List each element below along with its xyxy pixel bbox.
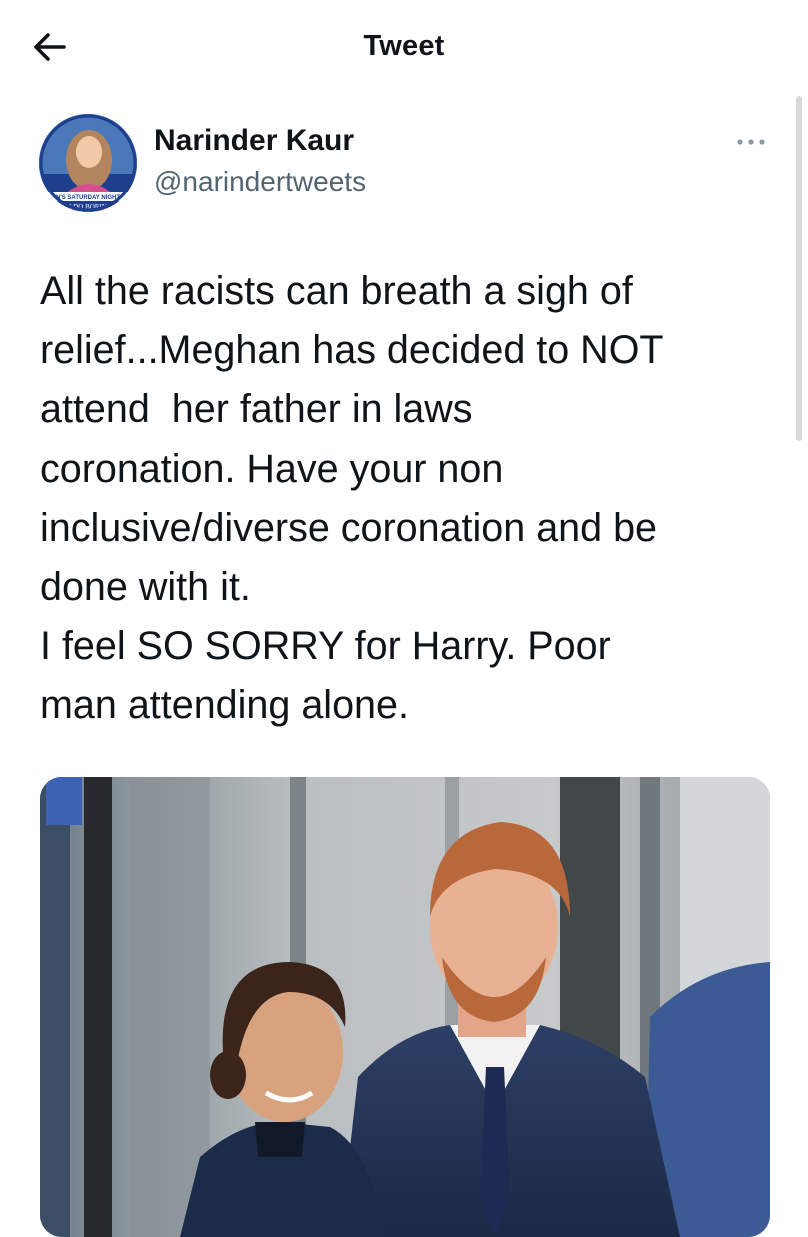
more-horizontal-icon <box>737 139 765 145</box>
top-bar: Tweet <box>0 0 808 96</box>
avatar[interactable]: N'S SATURDAY NIGHT I DO BORIN <box>39 114 137 212</box>
avatar-banner-top: N'S SATURDAY NIGHT <box>56 195 120 201</box>
tweet-text: All the racists can breath a sigh of rel… <box>40 269 664 728</box>
display-name[interactable]: Narinder Kaur <box>154 124 354 158</box>
more-options-button[interactable] <box>735 132 767 152</box>
tweet-media-photo[interactable] <box>40 777 770 1237</box>
photo-image <box>40 777 770 1237</box>
scrollbar[interactable] <box>796 96 802 441</box>
page-title: Tweet <box>363 30 445 62</box>
user-handle[interactable]: @narindertweets <box>154 166 366 198</box>
avatar-image: N'S SATURDAY NIGHT I DO BORIN <box>39 114 137 212</box>
